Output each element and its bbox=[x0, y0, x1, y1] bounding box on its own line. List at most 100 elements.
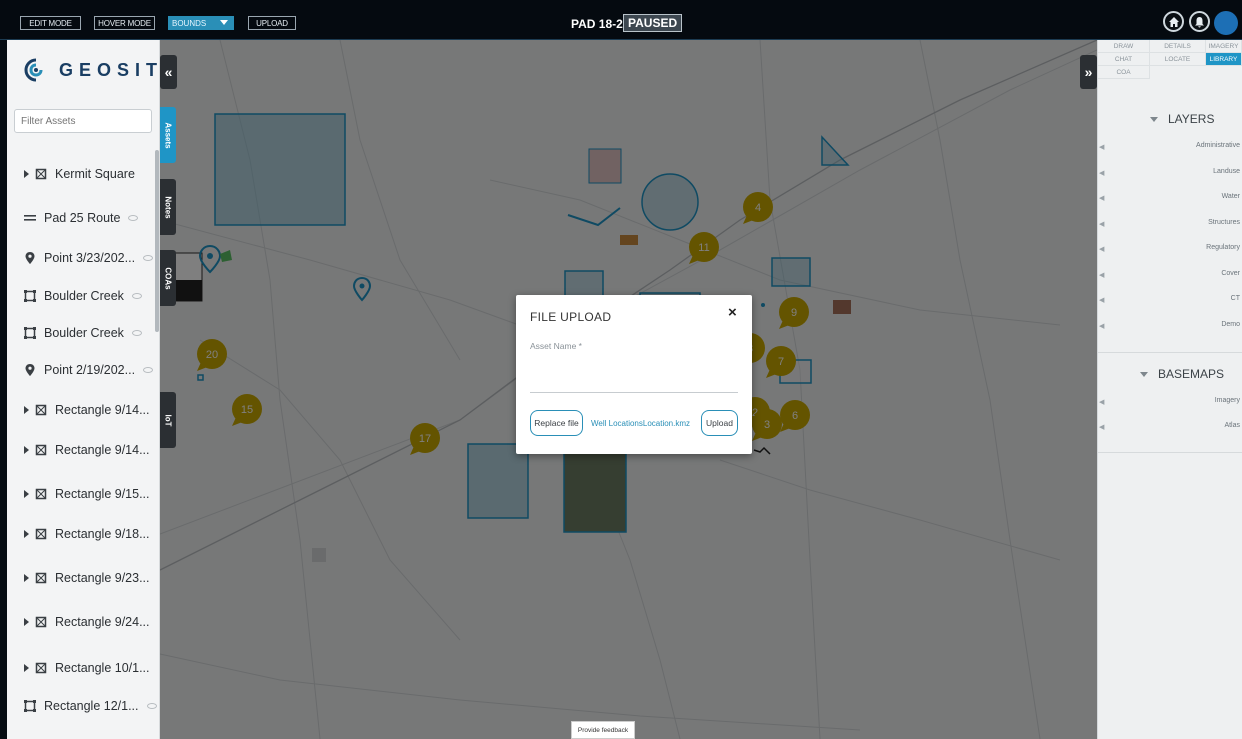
eye-icon[interactable] bbox=[128, 215, 139, 221]
bounds-dropdown[interactable]: BOUNDS bbox=[168, 16, 234, 30]
rectangle-asset[interactable] bbox=[467, 443, 529, 519]
point-marker[interactable] bbox=[761, 303, 765, 307]
list-item[interactable]: Kermit Square bbox=[24, 164, 135, 184]
chevron-left-icon[interactable]: ◀ bbox=[1099, 398, 1104, 406]
notifications-button[interactable] bbox=[1189, 11, 1210, 32]
tab-coas[interactable]: COAs bbox=[160, 250, 176, 306]
tab-coa[interactable]: COA bbox=[1098, 66, 1150, 79]
imagery-rect[interactable] bbox=[588, 148, 622, 184]
list-item[interactable]: Boulder Creek bbox=[24, 323, 142, 343]
chevron-left-icon[interactable]: ◀ bbox=[1099, 143, 1104, 151]
list-item[interactable]: Pad 25 Route bbox=[24, 208, 139, 228]
chevron-right-icon[interactable] bbox=[24, 530, 29, 538]
list-item[interactable]: Rectangle 12/1... bbox=[24, 696, 157, 716]
chevron-right-icon[interactable] bbox=[24, 664, 29, 672]
basemaps-section-header[interactable]: BASEMAPS bbox=[1140, 367, 1224, 381]
chevron-left-icon[interactable]: ◀ bbox=[1099, 220, 1104, 228]
list-item[interactable]: Rectangle 9/14... bbox=[24, 440, 150, 460]
eye-icon[interactable] bbox=[131, 293, 142, 299]
layer-row[interactable]: ◀ Water bbox=[1099, 186, 1242, 210]
close-icon[interactable]: × bbox=[728, 304, 737, 321]
rectangle-icon bbox=[24, 327, 36, 339]
chevron-right-icon[interactable] bbox=[24, 574, 29, 582]
layer-row[interactable]: ◀ Regulatory bbox=[1099, 237, 1242, 261]
list-item[interactable]: Boulder Creek bbox=[24, 286, 142, 306]
hover-mode-button[interactable]: HOVER MODE bbox=[94, 16, 155, 30]
rectangle-asset[interactable] bbox=[771, 257, 811, 287]
filter-assets-input[interactable] bbox=[14, 109, 152, 133]
kermit-square-rect[interactable] bbox=[214, 113, 346, 226]
list-item[interactable]: Rectangle 9/23... bbox=[24, 568, 150, 588]
avatar[interactable] bbox=[1214, 11, 1238, 35]
basemap-row[interactable]: ◀ Atlas bbox=[1099, 415, 1242, 439]
list-item[interactable]: Rectangle 9/15... bbox=[24, 484, 150, 504]
chevron-right-icon[interactable] bbox=[24, 618, 29, 626]
chevron-left-icon[interactable]: ◀ bbox=[1099, 169, 1104, 177]
chevron-right-icon[interactable] bbox=[24, 170, 29, 178]
scrollbar[interactable] bbox=[155, 150, 159, 332]
cluster-marker[interactable]: 17 bbox=[410, 423, 440, 455]
imagery-thumb[interactable] bbox=[833, 300, 851, 314]
list-item[interactable]: Rectangle 9/14... bbox=[24, 400, 150, 420]
circle-asset[interactable] bbox=[641, 173, 699, 231]
list-item[interactable]: Rectangle 9/18... bbox=[24, 524, 150, 544]
tab-notes[interactable]: Notes bbox=[160, 179, 176, 235]
layer-row[interactable]: ◀ Administrative bbox=[1099, 135, 1242, 159]
map-pin-icon[interactable] bbox=[198, 244, 222, 274]
upload-submit-button[interactable]: Upload bbox=[701, 410, 738, 436]
cluster-marker[interactable]: 3 bbox=[752, 409, 782, 441]
eye-icon[interactable] bbox=[146, 703, 157, 709]
cluster-marker[interactable]: 15 bbox=[232, 394, 262, 426]
eye-icon[interactable] bbox=[143, 255, 154, 261]
list-item[interactable]: Point 3/23/202... bbox=[24, 248, 154, 268]
collapse-right-panel-button[interactable]: » bbox=[1080, 55, 1097, 89]
collapse-sidebar-button[interactable]: « bbox=[160, 55, 177, 89]
tab-details[interactable]: DETAILS bbox=[1150, 40, 1206, 53]
imagery-rect[interactable] bbox=[563, 449, 627, 533]
chevron-right-icon[interactable] bbox=[24, 406, 29, 414]
upload-button[interactable]: UPLOAD bbox=[248, 16, 296, 30]
home-button[interactable] bbox=[1163, 11, 1184, 32]
imagery-thumb[interactable] bbox=[620, 235, 638, 245]
list-item[interactable]: Point 2/19/202... bbox=[24, 360, 154, 380]
list-item[interactable]: Rectangle 9/24... bbox=[24, 612, 150, 632]
cluster-marker[interactable]: 6 bbox=[780, 400, 810, 432]
pad-route-line[interactable] bbox=[567, 207, 621, 227]
replace-file-button[interactable]: Replace file bbox=[530, 410, 583, 436]
tab-iot[interactable]: IoT bbox=[160, 392, 176, 448]
cluster-marker[interactable]: 11 bbox=[689, 232, 719, 264]
layer-row[interactable]: ◀ Demo bbox=[1099, 314, 1242, 338]
layer-row[interactable]: ◀ CT bbox=[1099, 288, 1242, 312]
tab-draw[interactable]: DRAW bbox=[1098, 40, 1150, 53]
chevron-left-icon[interactable]: ◀ bbox=[1099, 271, 1104, 279]
layer-row[interactable]: ◀ Structures bbox=[1099, 212, 1242, 236]
basemap-row[interactable]: ◀ Imagery bbox=[1099, 390, 1242, 414]
layers-section-header[interactable]: LAYERS bbox=[1150, 112, 1214, 126]
layer-row[interactable]: ◀ Cover bbox=[1099, 263, 1242, 287]
tab-locate[interactable]: LOCATE bbox=[1150, 53, 1206, 66]
triangle-asset[interactable] bbox=[821, 135, 850, 166]
point-marker[interactable] bbox=[197, 374, 204, 381]
cluster-marker[interactable]: 4 bbox=[743, 192, 773, 224]
chevron-right-icon[interactable] bbox=[24, 446, 29, 454]
chevron-left-icon[interactable]: ◀ bbox=[1099, 296, 1104, 304]
tab-imagery[interactable]: IMAGERY bbox=[1206, 40, 1242, 53]
eye-icon[interactable] bbox=[143, 367, 154, 373]
layer-row[interactable]: ◀ Landuse bbox=[1099, 161, 1242, 185]
asset-name-input[interactable] bbox=[530, 357, 738, 393]
chevron-left-icon[interactable]: ◀ bbox=[1099, 423, 1104, 431]
tab-assets[interactable]: Assets bbox=[160, 107, 176, 163]
chevron-left-icon[interactable]: ◀ bbox=[1099, 322, 1104, 330]
chevron-left-icon[interactable]: ◀ bbox=[1099, 194, 1104, 202]
tab-library[interactable]: LIBRARY bbox=[1206, 53, 1242, 66]
list-item[interactable]: Rectangle 10/1... bbox=[24, 658, 150, 678]
tab-chat[interactable]: CHAT bbox=[1098, 53, 1150, 66]
map-pin-icon[interactable] bbox=[352, 276, 372, 302]
chevron-left-icon[interactable]: ◀ bbox=[1099, 245, 1104, 253]
provide-feedback-button[interactable]: Provide feedback bbox=[571, 721, 635, 739]
cluster-marker[interactable]: 20 bbox=[197, 339, 227, 371]
chevron-right-icon[interactable] bbox=[24, 490, 29, 498]
eye-icon[interactable] bbox=[131, 330, 142, 336]
cluster-marker[interactable]: 9 bbox=[779, 297, 809, 329]
edit-mode-button[interactable]: EDIT MODE bbox=[20, 16, 81, 30]
